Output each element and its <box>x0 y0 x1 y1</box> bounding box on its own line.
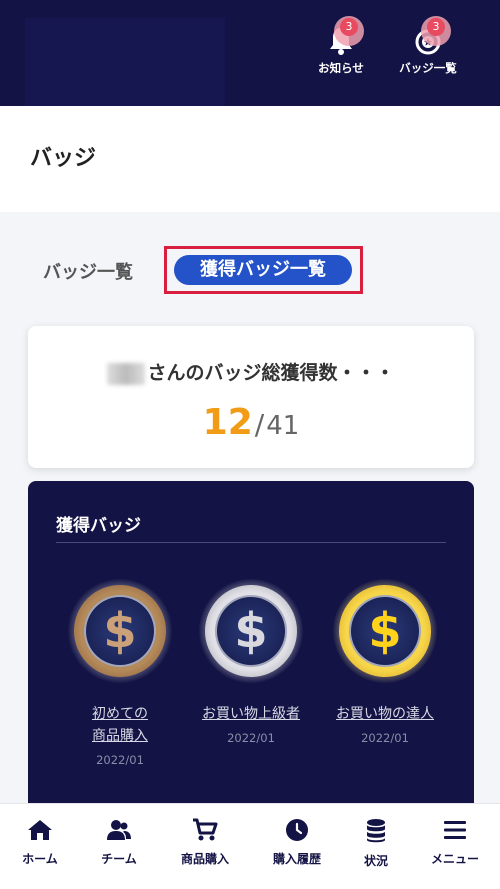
acquired-badges-panel: 獲得バッジ $ 初めての 商品購入 2022/01 $ お買い物上級者 2022/… <box>28 481 474 821</box>
badge-tabs: バッジ一覧 獲得バッジ一覧 <box>0 246 500 296</box>
menu-icon <box>444 821 466 839</box>
page-title: バッジ <box>30 146 97 171</box>
badge-name[interactable]: お買い物上級者 <box>186 703 316 725</box>
badge-count-card: さんのバッジ総獲得数・・・ 12/41 <box>28 326 474 468</box>
badge-count-message: さんのバッジ総獲得数・・・ <box>28 358 474 385</box>
badge-item[interactable]: $ 初めての 商品購入 2022/01 <box>55 579 185 767</box>
badge-list-label: バッジ一覧 <box>399 61 457 75</box>
badge-date: 2022/01 <box>96 753 144 767</box>
team-icon <box>107 820 131 840</box>
gold-medal-icon: $ <box>333 579 437 683</box>
panel-divider <box>56 542 446 543</box>
notifications-button[interactable]: 3 お知らせ <box>313 16 369 76</box>
nav-team[interactable]: チーム <box>79 818 159 867</box>
database-icon <box>367 819 385 843</box>
tab-highlight-frame: 獲得バッジ一覧 <box>164 246 363 294</box>
badge-item[interactable]: $ お買い物上級者 2022/01 <box>186 579 316 745</box>
nav-purchase-history[interactable]: 購入履歴 <box>257 818 337 867</box>
clock-icon <box>286 819 308 841</box>
notification-count-badge: 3 <box>334 16 364 46</box>
total-count: 41 <box>266 411 300 441</box>
badge-name[interactable]: お買い物の達人 <box>320 703 450 725</box>
acquired-count: 12 <box>202 402 253 443</box>
home-icon <box>28 820 52 840</box>
badge-name[interactable]: 初めての 商品購入 <box>55 703 185 747</box>
nav-status[interactable]: 状況 <box>336 818 416 869</box>
badge-list-button[interactable]: 3 バッジ一覧 <box>393 16 463 76</box>
badge-date: 2022/01 <box>361 731 409 745</box>
badge-count-badge: 3 <box>421 16 451 46</box>
bottom-navigation: ホーム チーム 商品購入 購入履歴 状況 メニュー <box>0 803 500 889</box>
count-separator: / <box>254 408 265 441</box>
silver-medal-icon: $ <box>199 579 303 683</box>
nav-home[interactable]: ホーム <box>0 818 80 867</box>
nav-menu[interactable]: メニュー <box>415 818 495 867</box>
nav-purchase[interactable]: 商品購入 <box>165 818 245 867</box>
cart-icon <box>193 818 218 841</box>
blurred-username <box>107 362 146 385</box>
logo-area[interactable] <box>25 18 225 106</box>
page-title-bar: バッジ <box>0 106 500 212</box>
badge-item[interactable]: $ お買い物の達人 2022/01 <box>320 579 450 745</box>
top-header: 3 お知らせ 3 バッジ一覧 <box>0 0 500 106</box>
acquired-badges-title: 獲得バッジ <box>56 516 141 536</box>
badge-date: 2022/01 <box>227 731 275 745</box>
tab-acquired-badges[interactable]: 獲得バッジ一覧 <box>174 255 352 285</box>
notifications-label: お知らせ <box>318 61 364 75</box>
badge-count-values: 12/41 <box>28 402 474 443</box>
badge-count-text: さんのバッジ総獲得数・・・ <box>147 362 395 384</box>
bronze-medal-icon: $ <box>68 579 172 683</box>
tab-badge-list[interactable]: バッジ一覧 <box>43 258 133 284</box>
